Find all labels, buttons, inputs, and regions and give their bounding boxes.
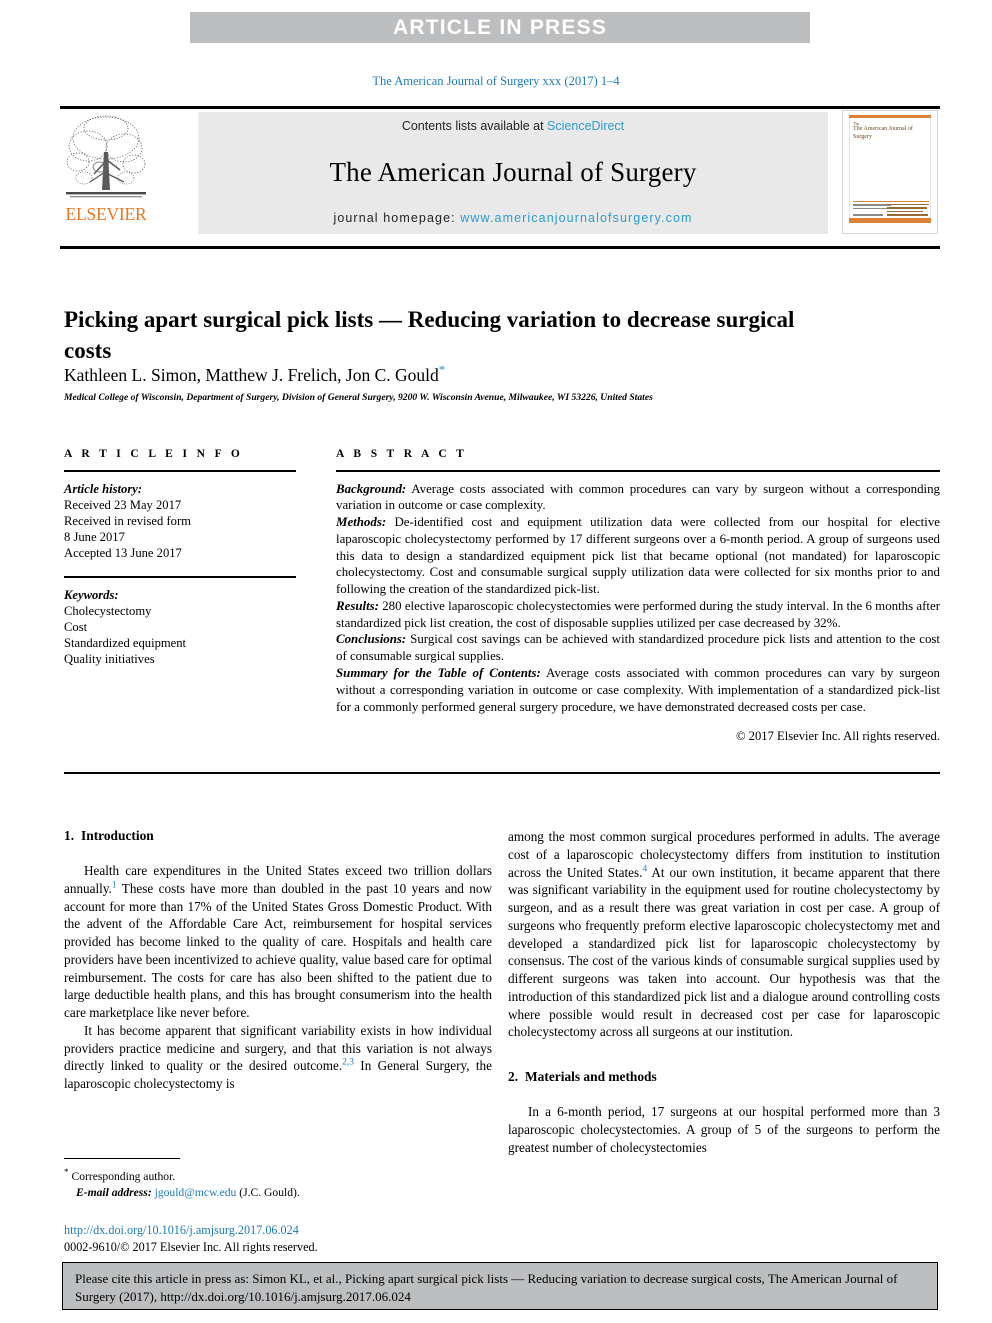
abstract-bottom-rule (64, 772, 940, 774)
body-left-column: 1. Introduction Health care expenditures … (64, 828, 492, 1093)
masthead-top-rule (60, 106, 940, 109)
sciencedirect-link[interactable]: ScienceDirect (547, 119, 624, 133)
cover-divider-rule (853, 201, 929, 202)
history-revised: Received in revised form (64, 513, 191, 528)
abstract-copyright: © 2017 Elsevier Inc. All rights reserved… (735, 729, 940, 744)
article-info-heading: A R T I C L E I N F O (64, 448, 244, 460)
keywords-block: Keywords: Cholecystectomy Cost Standardi… (64, 587, 296, 668)
abstract-heading: A B S T R A C T (336, 448, 468, 460)
abstract-label-summary: Summary for the Table of Contents: (336, 666, 541, 681)
journal-masthead: ELSEVIER Contents lists available at Sci… (60, 106, 940, 234)
article-info-rule (64, 470, 296, 472)
abstract-section-summary: Summary for the Table of Contents: Avera… (336, 665, 940, 715)
intro-continuation-paragraph: among the most common surgical procedure… (508, 828, 940, 1041)
citation-ref-2-3[interactable]: 2,3 (342, 1058, 354, 1068)
running-head: The American Journal of Surgery xxx (201… (372, 74, 620, 88)
history-revised-date: 8 June 2017 (64, 529, 125, 544)
abstract-label-background: Background: (336, 481, 407, 496)
corresponding-author-marker[interactable]: * (439, 362, 446, 377)
doi-link[interactable]: http://dx.doi.org/10.1016/j.amjsurg.2017… (64, 1222, 504, 1239)
email-address-note: E-mail address: jgould@mcw.edu (J.C. Gou… (64, 1185, 484, 1201)
keyword-item: Cholecystectomy (64, 603, 152, 618)
journal-homepage-label: journal homepage: (333, 211, 461, 225)
abstract-label-methods: Methods: (336, 515, 387, 530)
keyword-item: Standardized equipment (64, 635, 187, 650)
abstract-text-conclusions: Surgical cost savings can be achieved wi… (336, 632, 940, 664)
author-list: Kathleen L. Simon, Matthew J. Frelich, J… (64, 362, 864, 386)
citation-footer-text: Please cite this article in press as: Si… (75, 1271, 898, 1304)
abstract-body: Background: Average costs associated wit… (336, 481, 940, 716)
elsevier-wordmark: ELSEVIER (65, 204, 147, 224)
methods-paragraph-1: In a 6-month period, 17 surgeons at our … (508, 1104, 940, 1155)
section-number-2: 2. (508, 1069, 519, 1084)
citation-footer-box: Please cite this article in press as: Si… (62, 1262, 938, 1310)
corresponding-author-text: Corresponding author. (71, 1170, 176, 1184)
keywords-label: Keywords: (64, 587, 119, 602)
footnote-star-marker: * (64, 1167, 69, 1178)
contents-available-line: Contents lists available at ScienceDirec… (402, 119, 624, 133)
abstract-section-conclusions: Conclusions: Surgical cost savings can b… (336, 631, 940, 665)
sciencedirect-panel: Contents lists available at ScienceDirec… (198, 112, 828, 234)
section-title-2: Materials and methods (525, 1069, 657, 1084)
cover-title-text: The The American Journal of Surgery (853, 121, 913, 140)
abstract-text-methods: De-identified cost and equipment utiliza… (336, 515, 940, 597)
author-names: Kathleen L. Simon, Matthew J. Frelich, J… (64, 364, 439, 385)
email-attribution: (J.C. Gould). (239, 1185, 300, 1199)
abstract-section-background: Background: Average costs associated wit… (336, 481, 940, 515)
article-info-separator (64, 576, 296, 578)
body-right-column: among the most common surgical procedure… (508, 828, 940, 1156)
journal-cover-thumbnail: The The American Journal of Surgery (842, 110, 938, 234)
article-info-column: A R T I C L E I N F O Article history: R… (64, 448, 296, 667)
intro-paragraph-2: It has become apparent that significant … (64, 1022, 492, 1093)
journal-homepage-link[interactable]: www.americanjournalofsurgery.com (460, 211, 692, 225)
article-in-press-label: ARTICLE IN PRESS (392, 15, 608, 39)
right-p1-part-b: At our own institution, it became appare… (508, 864, 940, 1040)
history-received: Received 23 May 2017 (64, 497, 182, 512)
email-address-label: E-mail address: (76, 1185, 152, 1199)
abstract-rule (336, 470, 940, 472)
journal-title: The American Journal of Surgery (329, 156, 697, 187)
article-history-block: Article history: Received 23 May 2017 Re… (64, 481, 296, 562)
history-accepted: Accepted 13 June 2017 (64, 546, 182, 561)
abstract-text-background: Average costs associated with common pro… (336, 481, 940, 513)
page-title: Picking apart surgical pick lists — Redu… (64, 307, 795, 363)
abstract-section-results: Results: 280 elective laparoscopic chole… (336, 598, 940, 632)
section-number-1: 1. (64, 828, 75, 843)
intro-p1-part-b: These costs have more than doubled in th… (64, 880, 492, 1020)
cover-bottom-band (849, 218, 931, 223)
elsevier-logo: ELSEVIER (64, 112, 148, 234)
issn-copyright-line: 0002-9610/© 2017 Elsevier Inc. All right… (64, 1239, 318, 1254)
article-history-label: Article history: (64, 481, 143, 496)
journal-homepage-line: journal homepage: www.americanjournalofs… (333, 211, 692, 225)
corresponding-author-note: * Corresponding author. (64, 1166, 484, 1184)
abstract-label-conclusions: Conclusions: (336, 632, 407, 647)
abstract-text-results: 280 elective laparoscopic cholecystectom… (336, 598, 940, 630)
abstract-section-methods: Methods: De-identified cost and equipmen… (336, 514, 940, 598)
keyword-item: Quality initiatives (64, 651, 155, 666)
section-heading-introduction: 1. Introduction (64, 828, 492, 844)
title-top-rule (60, 246, 940, 249)
section-heading-materials-and-methods: 2. Materials and methods (508, 1069, 940, 1085)
abstract-column: A B S T R A C T Background: Average cost… (336, 448, 940, 744)
footnote-block: * Corresponding author. E-mail address: j… (64, 1158, 484, 1200)
doi-block: http://dx.doi.org/10.1016/j.amjsurg.2017… (64, 1222, 504, 1255)
abstract-label-results: Results: (336, 598, 379, 613)
article-in-press-banner: ARTICLE IN PRESS (190, 12, 810, 43)
section-title-1: Introduction (81, 828, 154, 843)
intro-paragraph-1: Health care expenditures in the United S… (64, 862, 492, 1022)
author-affiliation: Medical College of Wisconsin, Department… (64, 392, 653, 403)
email-link[interactable]: jgould@mcw.edu (155, 1186, 237, 1199)
elsevier-tree-icon (66, 115, 146, 198)
contents-available-prefix: Contents lists available at (401, 119, 548, 133)
keyword-item: Cost (64, 619, 88, 634)
footnote-divider-rule (64, 1158, 180, 1160)
cover-top-band (849, 115, 931, 118)
cover-journal-name: The American Journal of Surgery (853, 126, 913, 140)
